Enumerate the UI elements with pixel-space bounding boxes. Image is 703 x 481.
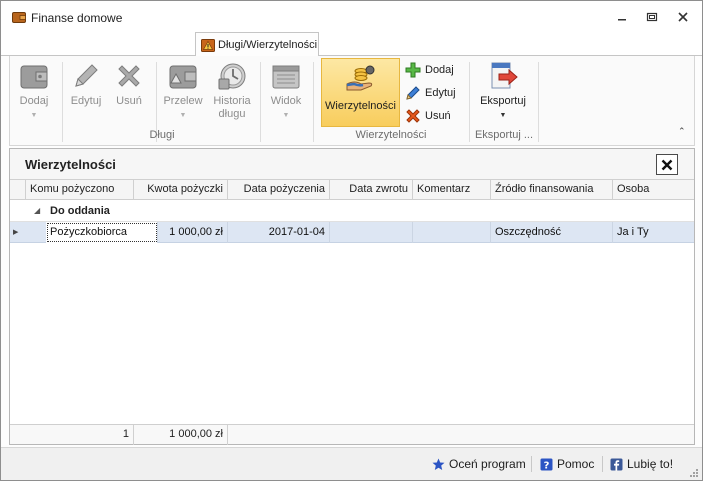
delete-x-icon [118,65,140,87]
window-title: Finanse domowe [31,11,123,25]
facebook-icon [610,458,623,470]
footer-count: 1 [26,425,134,445]
ribbon: Dodaj ▼ Edytuj Usuń Przelew ▼ Historia d… [9,56,695,146]
close-window-button[interactable] [673,9,693,25]
history-clock-icon [218,63,246,90]
footer-sum: 1 000,00 zł [134,425,228,445]
separator [313,62,314,142]
collapse-ribbon-icon[interactable]: ⌃ [678,126,686,137]
eksportuj-button[interactable]: Eksportuj ▼ [476,60,530,122]
group-label-wierzytelnosci: Wierzytelności [355,129,427,141]
cell-osoba[interactable]: Ja i Ty [613,222,694,243]
cell-zrodlo[interactable]: Oszczędność [491,222,613,243]
dropdown-arrow-icon: ▼ [499,112,507,119]
grid-footer: 1 1 000,00 zł [10,424,694,445]
column-header-komu[interactable]: Komu pożyczono [26,180,134,200]
dlugi-historia-button[interactable]: Historia długu [208,60,256,122]
table-row[interactable]: ▶ Pożyczkobiorca 1 000,00 zł 2017-01-04 … [10,222,694,243]
dlugi-przelew-button[interactable]: Przelew ▼ [162,60,204,122]
grid-header: Komu pożyczono Kwota pożyczki Data pożyc… [10,180,694,200]
current-row-icon: ▶ [13,229,19,236]
status-bar: Oceń program ? Pomoc Lubię to! [1,447,702,480]
close-icon [661,159,673,170]
wallet-add-icon [20,65,48,89]
delete-x-icon [406,109,420,123]
ribbon-tab-bar [1,33,702,56]
wierz-usun-button[interactable]: Usuń [405,106,451,126]
minimize-button[interactable] [612,9,632,25]
svg-text:?: ? [544,460,550,471]
panel-close-button[interactable] [656,154,678,175]
minimize-icon [618,19,626,21]
resize-grip-icon[interactable] [689,468,699,478]
hand-coins-icon [346,65,374,91]
wierzytelnosci-panel: Wierzytelności Komu pożyczono Kwota poży… [9,148,695,445]
rate-program-link[interactable]: Oceń program [432,456,526,472]
dropdown-arrow-icon: ▼ [30,112,38,119]
separator [538,62,539,142]
calendar-view-icon [272,65,300,89]
cell-komu[interactable]: Pożyczkobiorca [46,222,158,243]
group-label-eksport: Eksportuj ... [474,129,534,141]
separator [531,456,532,472]
dlugi-usun-button[interactable]: Usuń [112,60,146,122]
dlugi-widok-button[interactable]: Widok ▼ [266,60,306,122]
column-header-data-pozyczenia[interactable]: Data pożyczenia [228,180,330,200]
dlugi-dodaj-button[interactable]: Dodaj ▼ [16,60,52,122]
wallet-app-icon [12,12,26,23]
dropdown-arrow-icon: ▼ [179,112,187,119]
maximize-button[interactable] [642,9,662,25]
warning-folder-icon [201,39,215,52]
cell-data-zwrotu[interactable] [330,222,413,243]
collapse-group-icon[interactable]: ◢ [34,206,40,215]
column-header-komentarz[interactable]: Komentarz [413,180,491,200]
restore-icon [646,12,658,22]
wallet-warning-icon [169,65,197,89]
cell-komentarz[interactable] [413,222,491,243]
group-label: Do oddania [50,205,110,217]
star-icon [432,458,445,470]
row-indicator-header [10,180,26,200]
app-window: Finanse domowe Długi/Wierzytelności Doda… [0,0,703,481]
pencil-icon [75,64,98,87]
column-header-osoba[interactable]: Osoba [613,180,694,200]
panel-title: Wierzytelności [25,157,116,172]
wierz-edytuj-button[interactable]: Edytuj [405,83,456,103]
panel-header: Wierzytelności [10,149,694,180]
wierzytelnosci-button[interactable]: Wierzytelności [321,58,400,127]
export-icon [491,62,518,89]
wierz-dodaj-button[interactable]: Dodaj [405,60,454,80]
help-icon: ? [540,458,553,471]
column-header-data-zwrotu[interactable]: Data zwrotu [330,180,413,200]
title-bar[interactable]: Finanse domowe [1,1,702,33]
cell-data-pozyczenia[interactable]: 2017-01-04 [228,222,330,243]
separator [602,456,603,472]
column-header-zrodlo[interactable]: Źródło finansowania [491,180,613,200]
pencil-icon [406,86,420,100]
column-header-kwota[interactable]: Kwota pożyczki [134,180,228,200]
cell-kwota[interactable]: 1 000,00 zł [158,222,228,243]
group-label-dlugi: Długi [149,129,175,141]
tab-dlugi-wierzytelnosci[interactable]: Długi/Wierzytelności [195,32,319,57]
help-link[interactable]: ? Pomoc [540,456,594,472]
group-row-do-oddania[interactable]: ◢ Do oddania [10,201,694,222]
like-link[interactable]: Lubię to! [610,456,673,472]
tab-label: Długi/Wierzytelności [218,39,318,51]
close-icon [678,12,688,22]
dlugi-edytuj-button[interactable]: Edytuj [68,60,104,122]
plus-icon [405,62,421,78]
dropdown-arrow-icon: ▼ [282,112,290,119]
